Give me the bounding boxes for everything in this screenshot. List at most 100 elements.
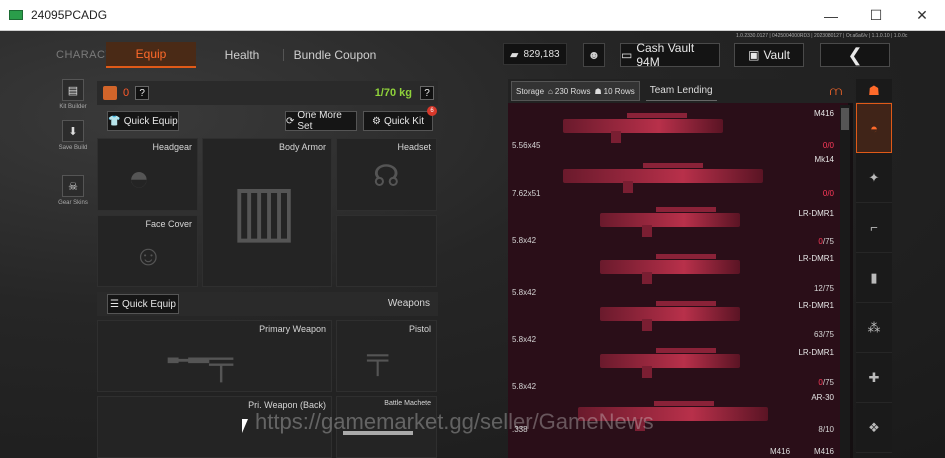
nav-tab-health[interactable]: Health <box>210 42 274 68</box>
gear-skins-icon[interactable]: ☠ <box>62 175 84 197</box>
agent-icon[interactable]: ☻ <box>583 43 605 67</box>
game-viewport: 1.0.2330.0127 | 0425004000RD3 | 20230801… <box>0 31 945 458</box>
minimize-icon[interactable]: — <box>808 0 854 31</box>
weapons-bar: ☰ Quick Equip Weapons <box>97 292 438 316</box>
vest-icon: ▥ <box>231 171 298 249</box>
money-value: 829,183 <box>523 48 560 60</box>
list-item[interactable]: M416 5.56x45 0/0 <box>508 103 848 150</box>
slot-empty <box>336 215 437 287</box>
item-caliber: 5.8x42 <box>512 236 537 245</box>
item-name: Mk14 <box>814 155 834 164</box>
item-ammo: 0/75 <box>818 378 834 387</box>
pistol-icon: ╤ <box>367 341 389 374</box>
rifle-icon: ╾━╤ <box>168 342 234 380</box>
bottom-item-name-b: M416 <box>813 447 834 456</box>
bottom-item-name-a: M416 <box>770 447 791 456</box>
weapon-image <box>600 254 740 284</box>
kit-builder-icon[interactable]: ▤ <box>62 79 84 101</box>
item-ammo: 63/75 <box>813 330 834 339</box>
sort-icon[interactable]: ⩋ <box>823 81 849 101</box>
category-ammo-icon[interactable]: ⁂ <box>856 303 892 353</box>
category-rifle-icon[interactable]: ⌐ <box>856 203 892 253</box>
help-icon[interactable]: ? <box>135 86 150 100</box>
one-more-set-label: One More Set <box>297 110 342 132</box>
slot-face-cover[interactable]: Face Cover ☺ <box>97 215 198 287</box>
category-medical-icon[interactable]: ✚ <box>856 353 892 403</box>
category-magazine-icon[interactable]: ▮ <box>856 253 892 303</box>
slot-pistol[interactable]: Pistol ╤ <box>336 320 437 392</box>
weapon-image <box>600 348 740 378</box>
category-misc-icon[interactable]: ❖ <box>856 403 892 453</box>
weapon-image <box>563 163 763 193</box>
slot-pistol-label: Pistol <box>408 324 431 334</box>
storage-rows-info: 230 Rows <box>554 86 591 96</box>
face-cover-icon: ☺ <box>134 240 163 271</box>
slot-body-armor[interactable]: Body Armor ▥ <box>202 138 332 287</box>
refresh-icon: ⟳ <box>286 115 295 127</box>
list-item[interactable]: LR-DMR1 5.8x42 0/75 <box>508 203 848 250</box>
list-item[interactable]: LR-DMR1 5.8x42 12/75 <box>508 250 848 297</box>
weight-bar: 0 ? 1/70 kg ? <box>97 81 438 105</box>
watermark: https://gamemarket.gg/seller/GameNews <box>255 409 654 434</box>
home-icon: ⌂ <box>548 86 553 96</box>
gear-skins-label: Gear Skins <box>58 200 88 206</box>
nav-tab-bundle-coupon[interactable]: Bundle Coupon <box>290 42 380 68</box>
slot-headgear[interactable]: Headgear ◓ <box>97 138 198 211</box>
weapon-image <box>600 207 740 237</box>
weight-help-icon[interactable]: ? <box>420 86 434 100</box>
item-ammo: 0/0 <box>822 141 834 150</box>
quick-equip-button[interactable]: 👕 Quick Equip <box>107 111 179 131</box>
vault-button[interactable]: ▣ Vault <box>734 43 804 67</box>
tab-team-lending[interactable]: Team Lending <box>645 81 717 101</box>
quick-kit-badge: 6 <box>427 106 437 116</box>
money-icon: ▰ <box>510 48 519 61</box>
item-name: LR-DMR1 <box>798 301 834 310</box>
close-icon[interactable]: ✕ <box>899 0 945 31</box>
category-all-icon[interactable]: ☗ <box>856 79 892 103</box>
weapons-quick-equip-button[interactable]: ☰ Quick Equip <box>107 294 179 314</box>
item-caliber: 7.62x51 <box>512 189 541 198</box>
weapon-image <box>600 301 740 331</box>
vault-label: Vault <box>763 48 790 62</box>
storage-panel: Storage ⌂ 230 Rows ☗ 10 Rows Team Lendin… <box>508 79 853 458</box>
category-armor-icon[interactable]: ✦ <box>856 153 892 203</box>
left-sidebar: ▤ Kit Builder ⬇ Save Build ☠ Gear Skins <box>56 79 90 216</box>
category-helmet-icon[interactable]: ◓ <box>856 103 892 153</box>
storage-tab-label: Storage <box>516 86 545 96</box>
list-item[interactable]: Mk14 7.62x51 0/0 <box>508 153 848 200</box>
weapons-title: Weapons <box>387 298 430 309</box>
app-icon <box>9 10 23 20</box>
item-ammo: 12/75 <box>813 284 834 293</box>
cash-vault-button[interactable]: ▭ Cash Vault 94M <box>620 41 720 69</box>
version-string: 1.0.2330.0127 | 0425004000RD3 | 20230801… <box>736 33 908 39</box>
category-tabs: ☗ ◓ ✦ ⌐ ▮ ⁂ ✚ ❖ <box>856 79 892 458</box>
save-build-icon[interactable]: ⬇ <box>62 120 84 142</box>
users-icon: ☗ <box>594 86 602 96</box>
item-ammo: 8/10 <box>818 425 834 434</box>
kit-builder-label: Kit Builder <box>59 104 87 110</box>
maximize-icon[interactable]: ☐ <box>853 0 899 31</box>
nav-tab-equip[interactable]: Equip <box>106 42 196 68</box>
storage-tabs: Storage ⌂ 230 Rows ☗ 10 Rows Team Lendin… <box>508 79 853 103</box>
backpack-count: 0 <box>123 87 130 99</box>
slot-headset[interactable]: Headset ☊ <box>336 138 437 211</box>
quick-kit-label: Quick Kit <box>383 115 424 127</box>
slot-primary-weapon[interactable]: Primary Weapon ╾━╤ <box>97 320 332 392</box>
scrollbar-thumb[interactable] <box>841 108 849 130</box>
gear-icon: ⚙ <box>372 115 381 127</box>
slot-primary-label: Primary Weapon <box>259 324 326 334</box>
shirt-icon: 👕 <box>108 115 121 127</box>
storage-scrollbar[interactable] <box>840 105 850 458</box>
storage-list[interactable]: M416 5.56x45 0/0 Mk14 7.62x51 0/0 LR-DMR… <box>508 103 848 458</box>
quick-kit-button[interactable]: ⚙ Quick Kit 6 <box>363 106 437 131</box>
tab-storage[interactable]: Storage ⌂ 230 Rows ☗ 10 Rows <box>511 81 640 101</box>
list-item[interactable]: LR-DMR1 5.8x42 0/75 <box>508 344 848 391</box>
item-caliber: 5.8x42 <box>512 382 537 391</box>
list-item[interactable]: LR-DMR1 5.8x42 63/75 <box>508 297 848 344</box>
window-titlebar: 24095PCADG — ☐ ✕ <box>0 0 945 31</box>
quick-equip-label: Quick Equip <box>123 115 178 127</box>
back-button[interactable]: ❮ <box>820 43 890 67</box>
equip-panel: 0 ? 1/70 kg ? 👕 Quick Equip ⟳ One More S… <box>97 81 438 135</box>
one-more-set-button[interactable]: ⟳ One More Set <box>285 110 357 132</box>
item-caliber: 5.56x45 <box>512 141 541 150</box>
